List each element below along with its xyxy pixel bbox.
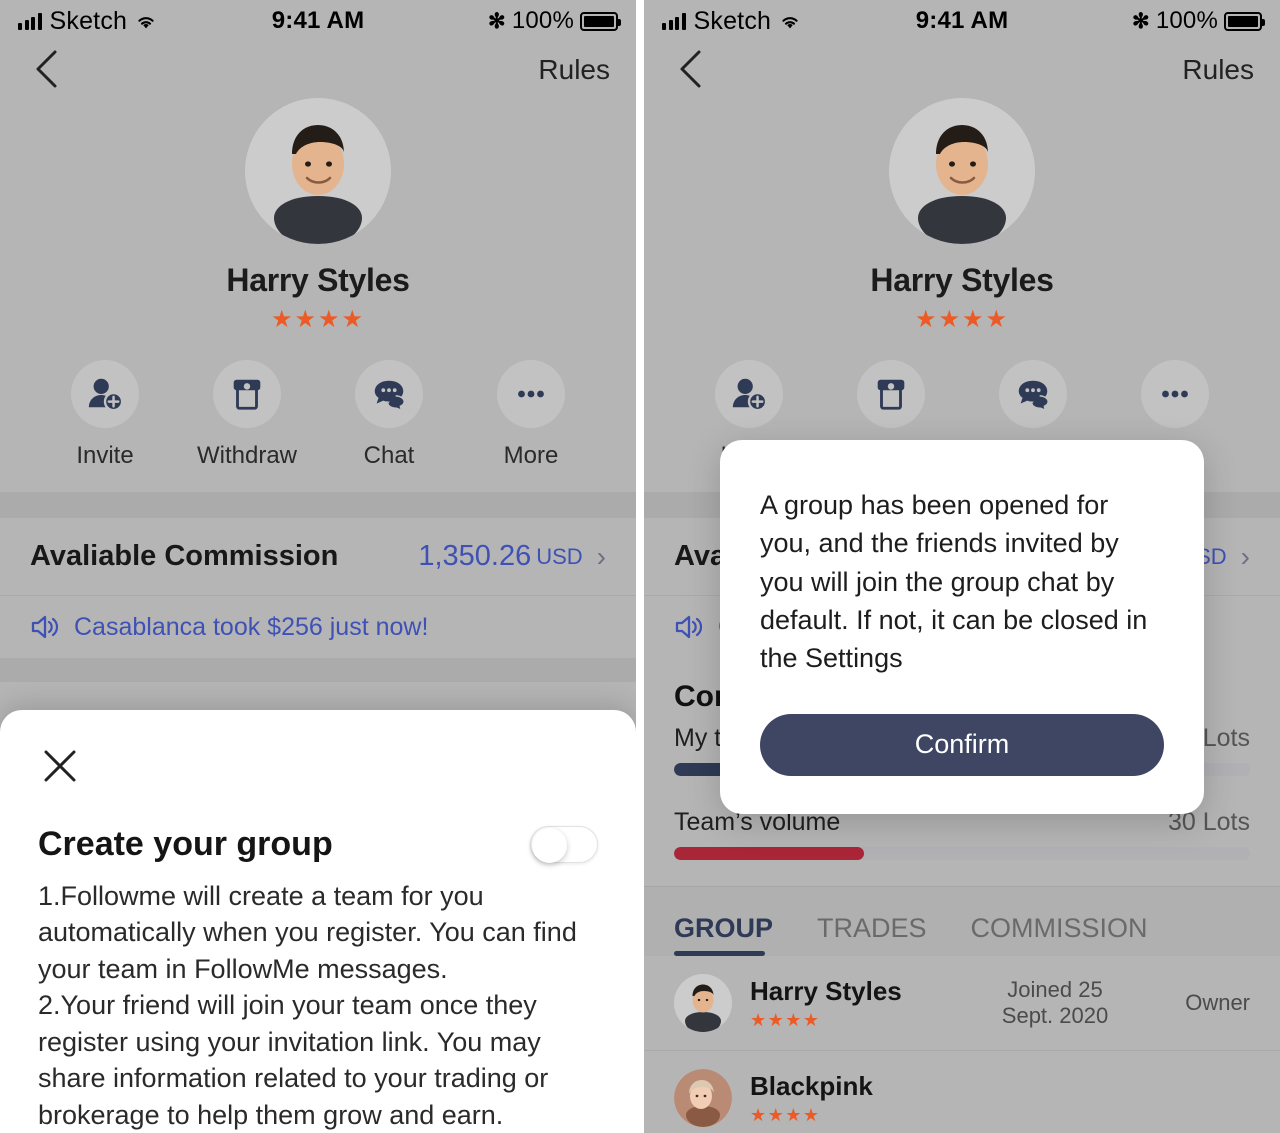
chevron-right-icon: › <box>596 540 606 572</box>
chat-bubble-icon <box>999 360 1067 428</box>
member-rating-stars: ★★★★ <box>750 1104 821 1125</box>
action-label: More <box>503 442 559 469</box>
battery-percent-label: 100% <box>1155 7 1218 34</box>
page-title: Harry Styles <box>870 262 1054 298</box>
member-name: Harry Styles <box>750 975 902 1006</box>
section-divider-2 <box>0 658 636 682</box>
tab-commission[interactable]: COMMISSION <box>971 913 1148 956</box>
battery-percent-label: 100% <box>511 7 574 34</box>
action-label: Withdraw <box>196 442 298 469</box>
carrier-label: Sketch <box>49 6 128 35</box>
action-invite[interactable]: Invite <box>50 360 160 470</box>
commission-label: Avaliable Commission <box>30 540 339 572</box>
withdraw-atm-icon <box>213 360 281 428</box>
nav-bar-left: Rules <box>0 42 636 98</box>
action-chat[interactable]: Chat <box>334 360 444 470</box>
commission-value: 1,350.26 <box>418 540 532 572</box>
member-avatar <box>674 1069 732 1127</box>
section-divider <box>0 492 636 518</box>
carrier-label: Sketch <box>693 6 772 35</box>
ellipsis-icon <box>1141 360 1209 428</box>
member-rating-stars: ★★★★ <box>750 1009 821 1030</box>
phone-screen-left: Sketch 9:41 AM ✻ 100% Rules Harry Styles… <box>0 0 636 1133</box>
member-role: Owner <box>1185 990 1250 1015</box>
volume-progress-track <box>674 847 1250 860</box>
wifi-icon <box>782 16 798 28</box>
speaker-announcement-icon <box>31 615 59 639</box>
two-phone-mockup: Sketch 9:41 AM ✻ 100% Rules Harry Styles… <box>0 0 1280 1133</box>
commission-row[interactable]: Avaliable Commission 1,350.26 USD › <box>0 518 636 596</box>
modal-message: A group has been opened for you, and the… <box>760 490 1148 674</box>
table-row[interactable]: Harry Styles ★★★★ Joined 25 Sept. 2020 O… <box>644 956 1280 1051</box>
chevron-right-icon: › <box>1240 540 1250 572</box>
tab-group[interactable]: GROUP <box>674 913 773 956</box>
action-withdraw[interactable]: Withdraw <box>192 360 302 470</box>
announcement-text: Casablanca took $256 just now! <box>74 612 429 641</box>
confirm-button[interactable]: Confirm <box>760 713 1164 776</box>
announcement-row[interactable]: Casablanca took $256 just now! <box>0 596 636 658</box>
create-group-sheet: Create your group 1.Followme will create… <box>0 709 636 1133</box>
status-bar-right: Sketch 9:41 AM ✻ 100% <box>644 0 1280 42</box>
nav-bar-right: Rules <box>644 42 1280 98</box>
sheet-title: Create your group <box>38 824 333 863</box>
chevron-left-icon[interactable] <box>674 48 708 90</box>
rating-stars: ★★★★ <box>914 306 1010 333</box>
rules-link[interactable]: Rules <box>538 54 610 86</box>
user-avatar[interactable] <box>889 98 1035 244</box>
profile-header-right: Harry Styles ★★★★ <box>644 98 1280 334</box>
commission-currency: USD <box>536 543 583 569</box>
tab-bar: GROUP TRADES COMMISSION <box>644 886 1280 956</box>
add-person-icon <box>71 360 139 428</box>
sheet-body-text: 1.Followme will create a team for you au… <box>38 880 577 1130</box>
speaker-announcement-icon <box>675 615 703 639</box>
wifi-icon <box>138 16 154 28</box>
member-name: Blackpink <box>750 1070 873 1101</box>
action-label: Invite <box>76 442 134 469</box>
action-bar-left: Invite Withdraw Chat More <box>0 360 636 470</box>
page-title: Harry Styles <box>226 262 410 298</box>
volume-progress-fill <box>674 847 865 860</box>
member-avatar <box>674 974 732 1032</box>
rules-link[interactable]: Rules <box>1182 54 1254 86</box>
rating-stars: ★★★★ <box>270 306 366 333</box>
member-list: Harry Styles ★★★★ Joined 25 Sept. 2020 O… <box>644 956 1280 1133</box>
add-person-icon <box>715 360 783 428</box>
clock-label: 9:41 AM <box>915 7 1009 34</box>
group-opened-modal: A group has been opened for you, and the… <box>720 440 1204 814</box>
signal-bars-icon <box>662 12 686 30</box>
battery-full-icon <box>580 11 621 31</box>
action-label: Chat <box>363 442 415 469</box>
clock-label: 9:41 AM <box>271 7 365 34</box>
tab-trades[interactable]: TRADES <box>817 913 927 956</box>
member-joined-date: Joined 25 Sept. 2020 <box>1001 977 1109 1028</box>
withdraw-atm-icon <box>857 360 925 428</box>
action-more[interactable]: More <box>476 360 586 470</box>
bluetooth-icon: ✻ <box>1132 9 1150 33</box>
create-group-toggle[interactable] <box>530 825 598 863</box>
user-avatar[interactable] <box>245 98 391 244</box>
profile-header-left: Harry Styles ★★★★ <box>0 98 636 334</box>
battery-full-icon <box>1224 11 1265 31</box>
phone-screen-right: Sketch 9:41 AM ✻ 100% Rules Harry Styles… <box>644 0 1280 1133</box>
bluetooth-icon: ✻ <box>488 9 506 33</box>
ellipsis-icon <box>497 360 565 428</box>
status-bar-left: Sketch 9:41 AM ✻ 100% <box>0 0 636 42</box>
close-x-icon[interactable] <box>38 744 82 788</box>
chat-bubble-icon <box>355 360 423 428</box>
chevron-left-icon[interactable] <box>30 48 64 90</box>
table-row[interactable]: Blackpink ★★★★ <box>644 1051 1280 1133</box>
signal-bars-icon <box>18 12 42 30</box>
